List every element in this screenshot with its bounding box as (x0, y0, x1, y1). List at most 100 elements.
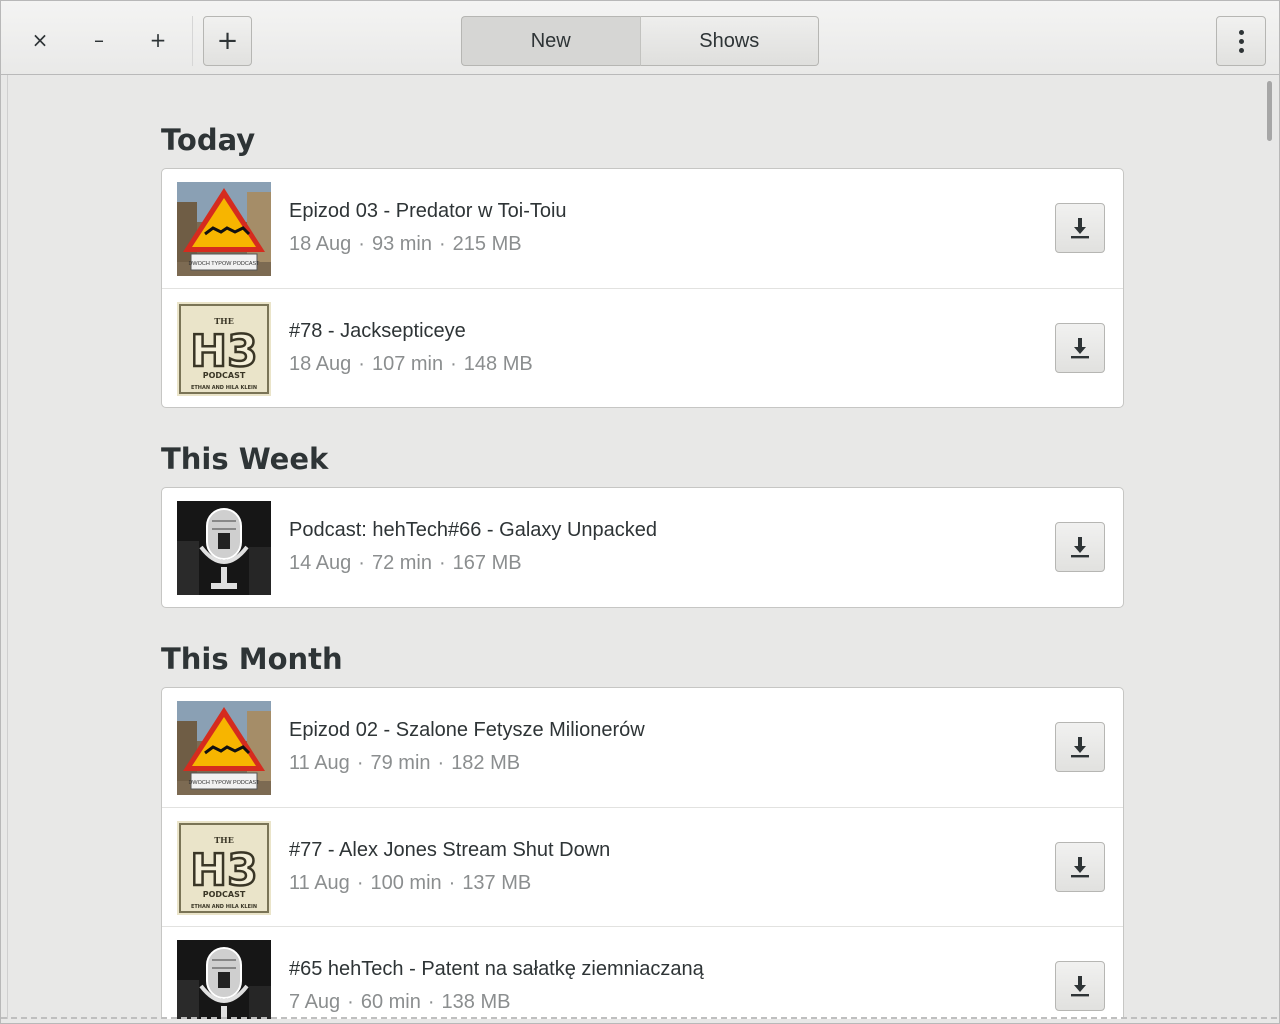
vertical-scrollbar[interactable] (1267, 81, 1272, 141)
episode-duration: 72 min (371, 552, 432, 574)
episode-date: 18 Aug (289, 233, 352, 255)
download-button[interactable] (1055, 961, 1105, 1011)
episode-duration: 79 min (370, 752, 431, 774)
meta-separator: · (358, 552, 365, 574)
section-title-today: Today (161, 123, 256, 157)
episode-list-this-month: DWOCH TYPOW PODCAST Epizod 02 - Szalone … (161, 687, 1124, 1019)
episode-list-view[interactable]: Today DWOCH TYPOW PODCAST Epizod 03 - Pr… (7, 75, 1274, 1019)
meta-separator: · (347, 991, 354, 1013)
episode-row[interactable]: DWOCH TYPOW PODCAST Epizod 02 - Szalone … (162, 688, 1123, 807)
episode-row[interactable]: #65 hehTech - Patent na sałatkę ziemniac… (162, 926, 1123, 1019)
episode-meta: 18 Aug · 107 min · 148 MB (289, 353, 533, 376)
svg-text:ETHAN AND HILA KLEIN: ETHAN AND HILA KLEIN (191, 385, 257, 391)
episode-date: 7 Aug (289, 991, 341, 1013)
meta-separator: · (356, 752, 364, 774)
tab-new[interactable]: New (461, 16, 641, 66)
svg-text:THE: THE (214, 835, 234, 845)
episode-size: 167 MB (452, 552, 522, 574)
tab-shows-label: Shows (699, 29, 760, 52)
episode-meta: 11 Aug · 100 min · 137 MB (289, 872, 531, 895)
download-button[interactable] (1055, 722, 1105, 772)
minimize-icon: – (94, 28, 104, 52)
download-button[interactable] (1055, 842, 1105, 892)
meta-separator: · (450, 353, 457, 375)
section-title-this-week: This Week (161, 442, 329, 476)
episode-row[interactable]: Podcast: hehTech#66 - Galaxy Unpacked 14… (162, 488, 1123, 607)
episode-date: 14 Aug (289, 552, 352, 574)
meta-separator: · (439, 552, 446, 574)
episode-size: 215 MB (452, 233, 522, 255)
menu-button[interactable] (1216, 16, 1266, 66)
meta-separator: · (448, 872, 456, 894)
episode-date: 11 Aug (289, 752, 350, 774)
episode-title: #65 hehTech - Patent na sałatkę ziemniac… (289, 958, 704, 980)
svg-text:THE: THE (214, 316, 234, 326)
episode-row[interactable]: THE H3 PODCAST ETHAN AND HILA KLEIN #77 … (162, 807, 1123, 926)
download-icon (1071, 537, 1089, 558)
tab-shows[interactable]: Shows (640, 16, 819, 66)
episode-meta: 18 Aug · 93 min · 215 MB (289, 233, 522, 256)
minimize-button[interactable]: – (80, 21, 118, 59)
svg-text:ETHAN AND HILA KLEIN: ETHAN AND HILA KLEIN (191, 904, 257, 910)
episode-duration: 60 min (360, 991, 421, 1013)
meta-separator: · (437, 752, 445, 774)
meta-separator: · (427, 991, 435, 1013)
maximize-button[interactable]: + (139, 21, 177, 59)
episode-meta: 14 Aug · 72 min · 167 MB (289, 552, 522, 575)
header-separator (192, 16, 193, 66)
episode-size: 148 MB (463, 353, 533, 375)
svg-text:PODCAST: PODCAST (203, 890, 246, 899)
hehtech-art (177, 501, 271, 595)
download-icon (1071, 976, 1089, 997)
meta-separator: · (358, 353, 365, 375)
download-icon (1071, 737, 1089, 758)
dwoch-typow-art: DWOCH TYPOW PODCAST (177, 701, 271, 795)
episode-title: #77 - Alex Jones Stream Shut Down (289, 839, 611, 861)
episode-date: 11 Aug (289, 872, 350, 894)
plus-icon: + (216, 26, 239, 56)
add-podcast-button[interactable]: + (203, 16, 252, 66)
episode-meta: 7 Aug · 60 min · 138 MB (289, 991, 510, 1014)
episode-title: Epizod 02 - Szalone Fetysze Milionerów (289, 719, 645, 741)
download-icon (1071, 338, 1089, 359)
app-window: × – + + New Shows Today DWOCH TYPOW PODC… (0, 0, 1280, 1024)
episode-duration: 100 min (370, 872, 442, 894)
meta-separator: · (358, 233, 365, 255)
svg-text:PODCAST: PODCAST (203, 371, 246, 380)
svg-text:DWOCH TYPOW PODCAST: DWOCH TYPOW PODCAST (188, 261, 260, 267)
episode-meta: 11 Aug · 79 min · 182 MB (289, 752, 520, 775)
h3-podcast-art: THE H3 PODCAST ETHAN AND HILA KLEIN (177, 302, 271, 396)
download-button[interactable] (1055, 323, 1105, 373)
download-icon (1071, 218, 1089, 239)
dwoch-typow-art: DWOCH TYPOW PODCAST (177, 182, 271, 276)
tab-new-label: New (530, 29, 571, 52)
episode-row[interactable]: THE H3 PODCAST ETHAN AND HILA KLEIN #78 … (162, 288, 1123, 407)
episode-title: Epizod 03 - Predator w Toi-Toiu (289, 200, 567, 222)
download-button[interactable] (1055, 203, 1105, 253)
download-button[interactable] (1055, 522, 1105, 572)
episode-list-today: DWOCH TYPOW PODCAST Epizod 03 - Predator… (161, 168, 1124, 408)
view-switcher: New Shows (461, 16, 819, 66)
header-bar: × – + + New Shows (1, 1, 1279, 75)
svg-text:DWOCH TYPOW PODCAST: DWOCH TYPOW PODCAST (188, 780, 260, 786)
section-title-this-month: This Month (161, 642, 343, 676)
close-button[interactable]: × (21, 21, 59, 59)
close-icon: × (31, 28, 49, 52)
svg-text:H3: H3 (190, 326, 257, 377)
bottom-edge (1, 1017, 1280, 1019)
episode-date: 18 Aug (289, 353, 352, 375)
episode-duration: 93 min (371, 233, 432, 255)
episode-row[interactable]: DWOCH TYPOW PODCAST Epizod 03 - Predator… (162, 169, 1123, 288)
episode-size: 137 MB (462, 872, 532, 894)
download-icon (1071, 857, 1089, 878)
meta-separator: · (356, 872, 364, 894)
meta-separator: · (439, 233, 446, 255)
episode-title: #78 - Jacksepticeye (289, 320, 466, 342)
episode-size: 138 MB (441, 991, 511, 1013)
hehtech-art (177, 940, 271, 1019)
episode-title: Podcast: hehTech#66 - Galaxy Unpacked (289, 519, 657, 541)
episode-list-this-week: Podcast: hehTech#66 - Galaxy Unpacked 14… (161, 487, 1124, 608)
vertical-dots-icon (1238, 29, 1244, 53)
episode-duration: 107 min (371, 353, 444, 375)
h3-podcast-art: THE H3 PODCAST ETHAN AND HILA KLEIN (177, 821, 271, 915)
